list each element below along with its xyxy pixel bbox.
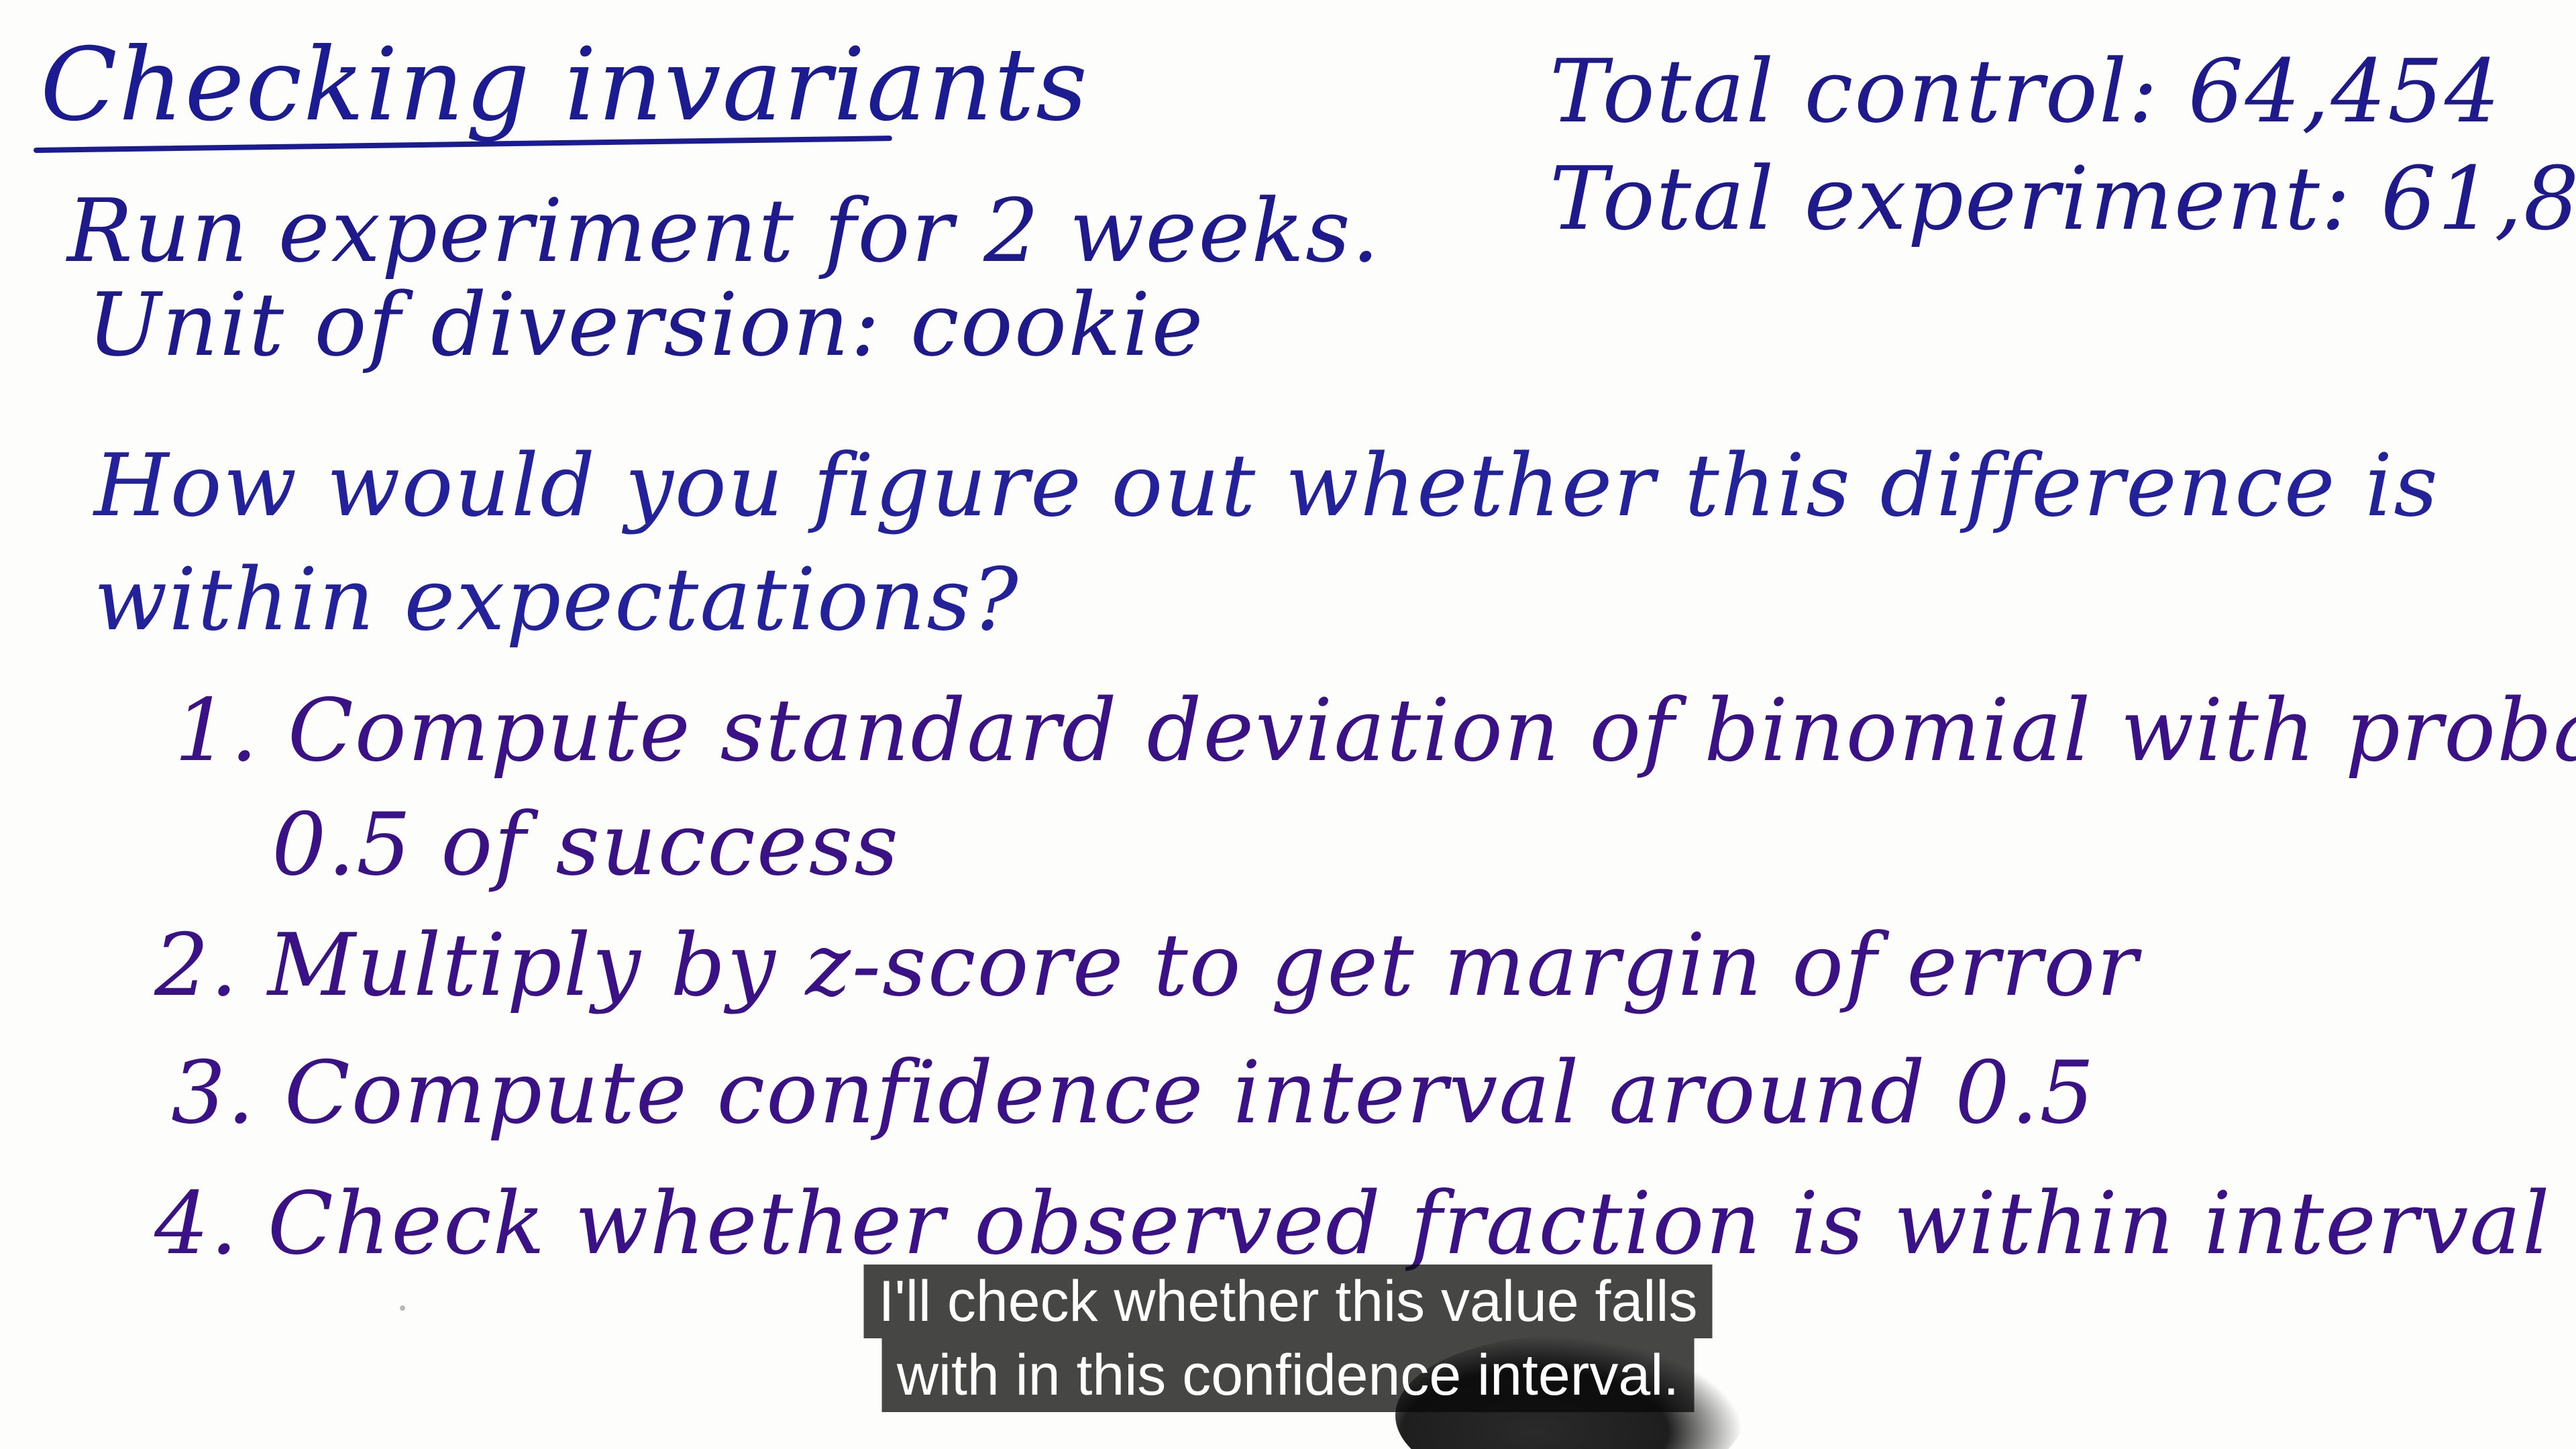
step-1-line-1: 1. Compute standard deviation of binomia… (174, 681, 2576, 781)
unit-of-diversion-text: Unit of diversion: cookie (87, 274, 1205, 376)
total-control-text: Total control: 64,454 (1550, 40, 2502, 142)
step-4: 4. Check whether observed fraction is wi… (154, 1174, 2551, 1274)
subtitle-line-1: I'll check whether this value falls (863, 1265, 1713, 1338)
video-frame[interactable]: Checking invariants Run experiment for 2… (0, 0, 2576, 1449)
question-line-1: How would you figure out whether this di… (94, 436, 2439, 536)
board-title: Checking invariants (40, 27, 1089, 144)
experiment-duration-text: Run experiment for 2 weeks. (67, 180, 1381, 282)
ink-dot (400, 1305, 405, 1311)
subtitle-caption: I'll check whether this value falls with… (863, 1265, 1713, 1412)
step-1-line-2: 0.5 of success (272, 795, 900, 895)
subtitle-line-2: with in this confidence interval. (881, 1338, 1695, 1412)
step-3: 3. Compute confidence interval around 0.… (171, 1043, 2096, 1143)
total-experiment-text: Total experiment: 61,818 (1550, 148, 2576, 250)
question-line-2: within expectations? (94, 550, 1020, 650)
step-2: 2. Multiply by z-score to get margin of … (154, 916, 2139, 1016)
